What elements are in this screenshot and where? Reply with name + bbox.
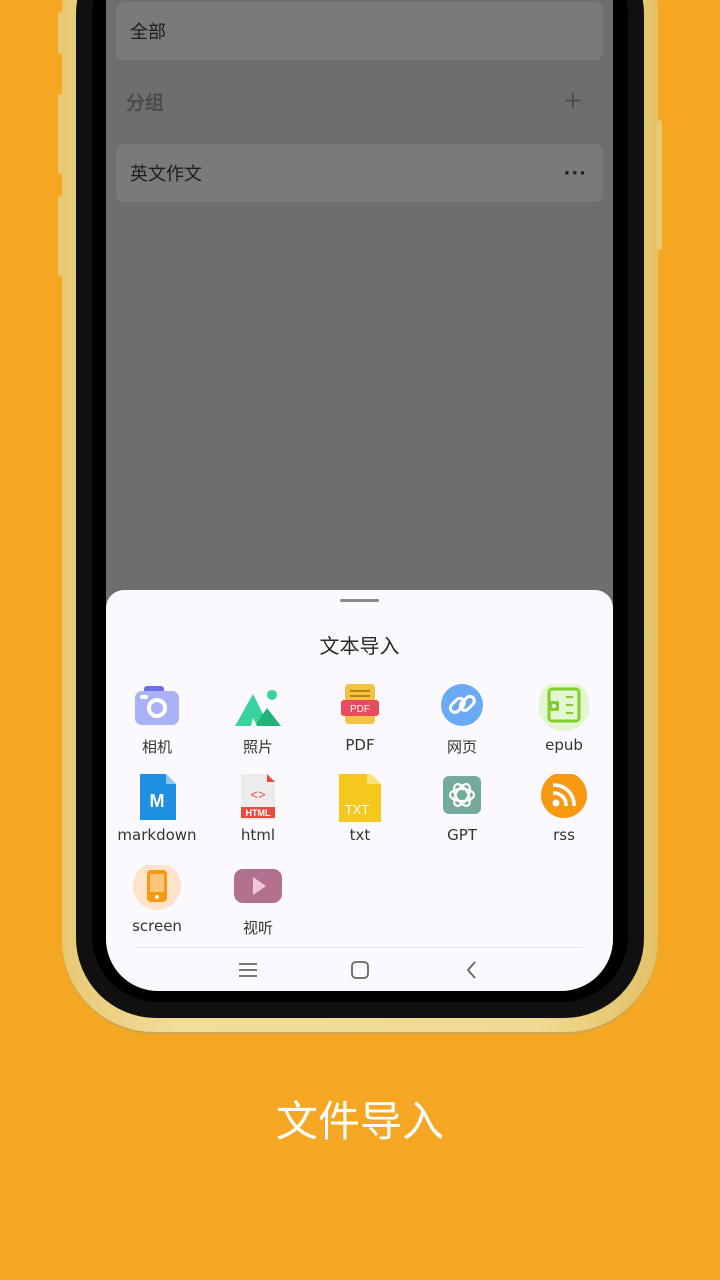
epub-icon <box>538 679 590 734</box>
volume-button <box>58 12 64 54</box>
link-icon <box>437 684 487 734</box>
item-label: txt <box>349 826 371 844</box>
gpt-icon <box>437 774 487 824</box>
volume-up-button <box>58 94 64 174</box>
import-gpt[interactable]: GPT <box>411 774 513 844</box>
item-label: 网页 <box>446 738 477 756</box>
camera-icon <box>132 684 182 734</box>
item-label: rss <box>553 826 575 844</box>
group-heading: 分组 <box>126 92 165 114</box>
screen-icon <box>132 862 182 915</box>
item-label: screen <box>132 917 182 935</box>
import-photo[interactable]: 照片 <box>207 684 309 757</box>
svg-text:PDF: PDF <box>350 704 370 715</box>
item-label: GPT <box>447 826 477 844</box>
item-label: 相机 <box>141 738 172 756</box>
item-label: markdown <box>117 826 197 844</box>
item-label: epub <box>545 736 583 754</box>
all-label: 全部 <box>130 22 166 43</box>
import-rss[interactable]: rss <box>513 772 613 844</box>
import-screen[interactable]: screen <box>106 862 208 935</box>
svg-text:HTML: HTML <box>246 808 271 818</box>
video-icon <box>233 865 283 915</box>
import-camera[interactable]: 相机 <box>106 684 208 757</box>
html-icon: <> HTML <box>233 774 283 824</box>
phone-screen: 全部 分组 + 英文作文 ··· 文本导入 相机 照片 PDF PDF 网页 e… <box>106 0 613 991</box>
add-group-icon[interactable]: + <box>563 86 583 114</box>
power-button <box>656 120 662 250</box>
import-webpage[interactable]: 网页 <box>411 684 513 757</box>
all-list-item[interactable]: 全部 <box>116 2 603 60</box>
rss-icon <box>539 772 589 824</box>
item-label: PDF <box>345 736 375 754</box>
import-txt[interactable]: TXT txt <box>309 770 411 844</box>
promo-caption: 文件导入 <box>275 1097 444 1146</box>
import-html[interactable]: <> HTML html <box>207 774 309 844</box>
import-epub[interactable]: epub <box>513 679 613 754</box>
sheet-drag-handle[interactable] <box>340 599 379 602</box>
svg-text:M: M <box>150 791 165 811</box>
import-bottom-sheet: 文本导入 相机 照片 PDF PDF 网页 epub M markdown <>… <box>106 590 613 991</box>
home-icon[interactable] <box>348 958 372 982</box>
item-label: html <box>240 826 276 844</box>
group-item-label: 英文作文 <box>130 164 202 185</box>
svg-text:TXT: TXT <box>345 802 370 817</box>
menu-icon[interactable] <box>236 958 260 982</box>
txt-icon: TXT <box>335 770 385 824</box>
item-label: 视听 <box>242 919 273 937</box>
import-markdown[interactable]: M markdown <box>106 774 208 844</box>
markdown-icon: M <box>132 774 182 824</box>
pdf-icon: PDF <box>335 684 385 734</box>
sheet-title: 文本导入 <box>319 634 400 658</box>
system-nav-bar <box>106 958 613 988</box>
group-list-item[interactable]: 英文作文 ··· <box>116 144 603 202</box>
import-pdf[interactable]: PDF PDF <box>309 684 411 754</box>
photo-icon <box>233 684 283 734</box>
item-label: 照片 <box>242 738 273 756</box>
more-options-icon[interactable]: ··· <box>563 163 587 184</box>
volume-down-button <box>58 196 64 276</box>
svg-text:<>: <> <box>250 787 265 802</box>
back-icon[interactable] <box>460 958 484 982</box>
nav-divider <box>136 947 583 948</box>
import-video[interactable]: 视听 <box>207 865 309 938</box>
